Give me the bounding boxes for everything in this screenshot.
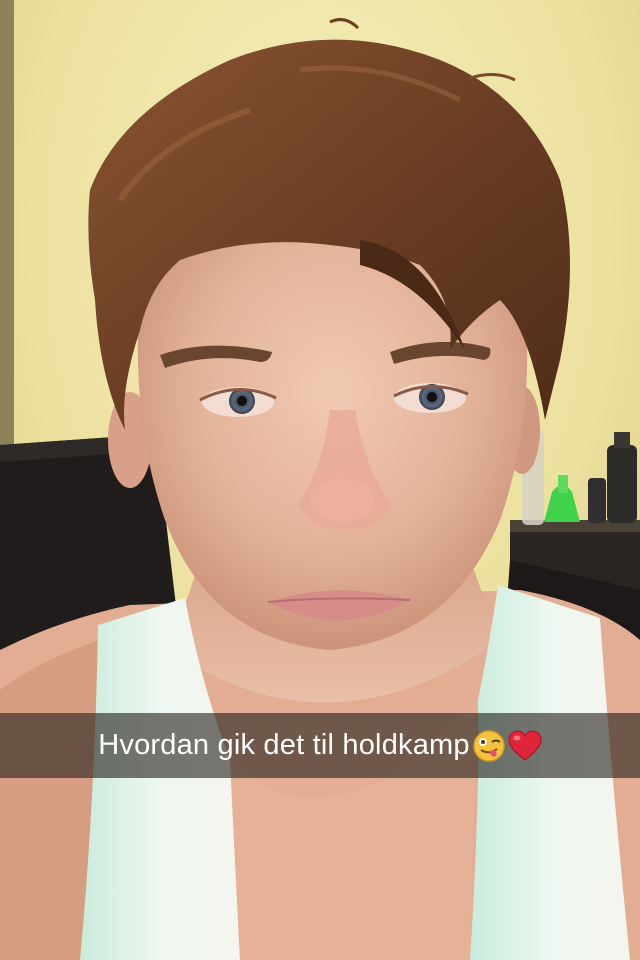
snap-caption-bar[interactable]: Hvordan gik det til holdkamp <box>0 713 640 778</box>
snap-view: Hvordan gik det til holdkamp <box>0 0 640 960</box>
red-heart-icon <box>508 729 542 762</box>
winking-face-with-tongue-icon <box>472 729 506 763</box>
snap-caption-text: Hvordan gik det til holdkamp <box>98 729 470 761</box>
selfie-photo <box>0 0 640 960</box>
